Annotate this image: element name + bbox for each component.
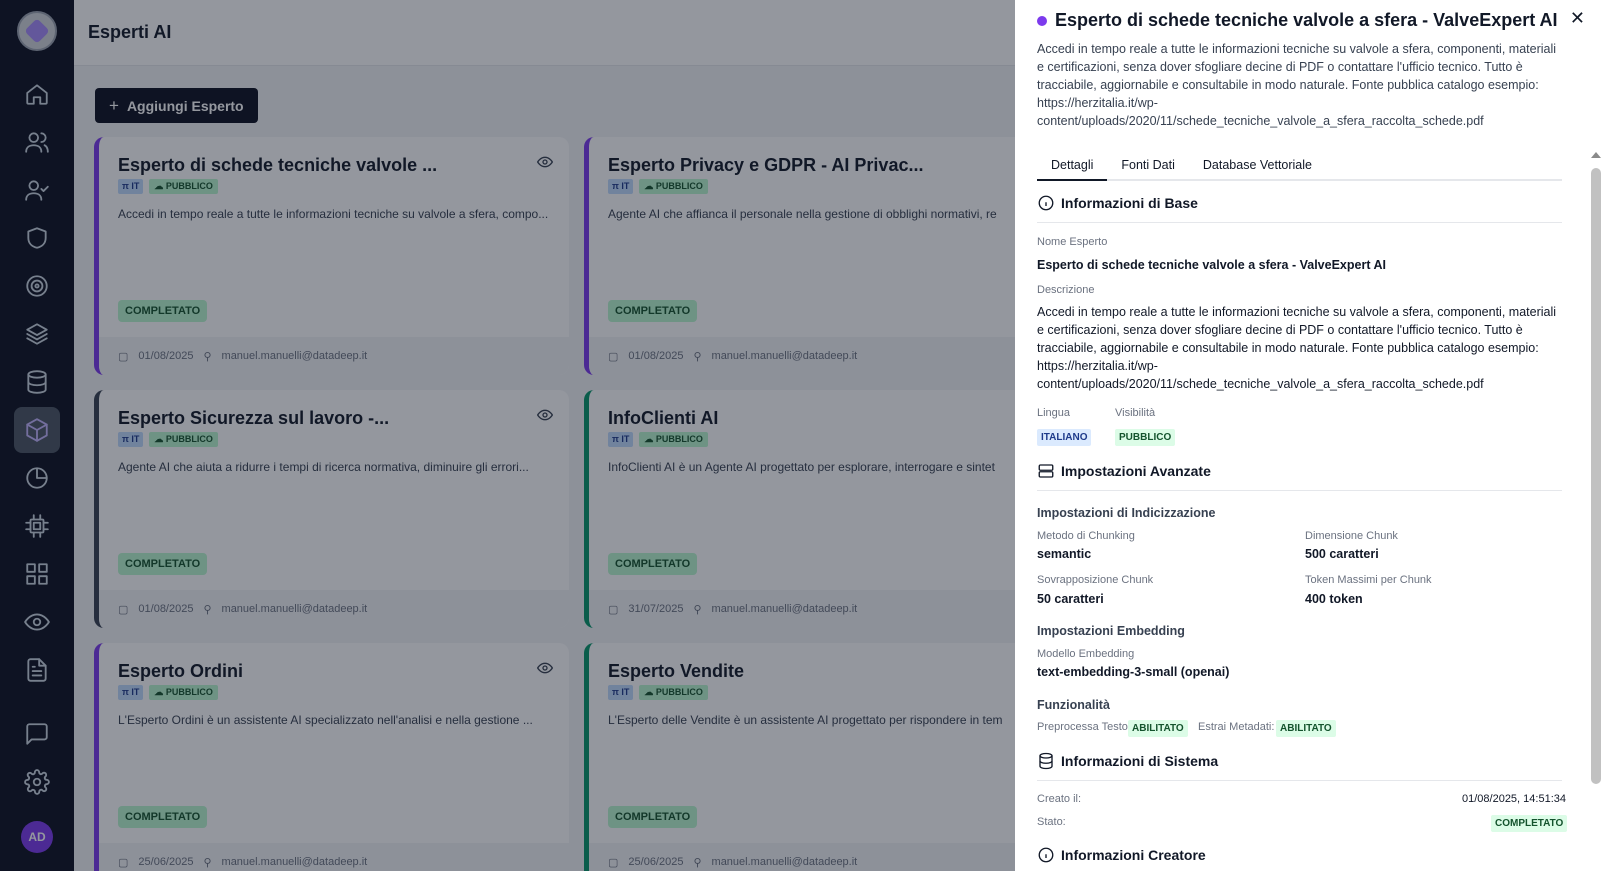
tab-dettagli[interactable]: Dettagli	[1037, 155, 1108, 181]
max-tokens-value: 400 token	[1305, 592, 1363, 606]
state-badge: COMPLETATO	[1491, 815, 1568, 832]
section-system-title: Informazioni di Sistema	[1061, 753, 1219, 769]
scrollbar-thumb[interactable]	[1591, 168, 1601, 784]
panel-scrollbar[interactable]	[1587, 150, 1607, 871]
overlap-label: Sovrapposizione Chunk	[1037, 574, 1154, 586]
name-label: Nome Esperto	[1037, 236, 1108, 248]
name-value: Esperto di schede tecniche valvole a sfe…	[1037, 258, 1386, 272]
status-dot	[1037, 15, 1047, 26]
desc-label: Descrizione	[1037, 284, 1095, 296]
embedding-heading: Impostazioni Embedding	[1037, 624, 1185, 638]
expert-detail-panel: Esperto di schede tecniche valvole a sfe…	[1015, 0, 1607, 871]
panel-header: Esperto di schede tecniche valvole a sfe…	[1037, 10, 1558, 31]
created-label: Creato il:	[1037, 793, 1082, 805]
tab-database-vettoriale[interactable]: Database Vettoriale	[1189, 155, 1326, 181]
lang-badge: ITALIANO	[1037, 429, 1092, 446]
created-value: 01/08/2025, 14:51:34	[1462, 793, 1566, 805]
database-icon	[1039, 752, 1053, 770]
features-heading: Funzionalità	[1037, 698, 1110, 712]
chunk-size-label: Dimensione Chunk	[1305, 530, 1398, 542]
section-base-title: Informazioni di Base	[1061, 195, 1198, 211]
model-label: Modello Embedding	[1037, 648, 1135, 660]
model-value: text-embedding-3-small (openai)	[1037, 665, 1230, 679]
chunk-method-value: semantic	[1037, 547, 1092, 561]
metadata-badge: ABILITATO	[1276, 720, 1336, 737]
scroll-up-icon[interactable]	[1591, 152, 1601, 158]
panel-tabs: Dettagli Fonti Dati Database Vettoriale	[1037, 155, 1562, 181]
section-base: Informazioni di Base	[1037, 194, 1562, 223]
info-icon	[1038, 195, 1054, 211]
close-icon[interactable]: ✕	[1570, 8, 1585, 29]
section-system: Informazioni di Sistema	[1037, 752, 1562, 781]
max-tokens-label: Token Massimi per Chunk	[1305, 574, 1432, 586]
tab-fonti-dati[interactable]: Fonti Dati	[1107, 155, 1189, 181]
preprocess-badge: ABILITATO	[1128, 720, 1188, 737]
metadata-label: Estrai Metadati:	[1198, 721, 1275, 733]
vis-badge: PUBBLICO	[1115, 429, 1176, 446]
state-label: Stato:	[1037, 816, 1066, 828]
section-advanced: Impostazioni Avanzate	[1037, 462, 1562, 491]
lang-label: Lingua	[1037, 407, 1071, 419]
server-icon	[1038, 464, 1054, 478]
overlap-value: 50 caratteri	[1037, 592, 1104, 606]
chunk-size-value: 500 caratteri	[1305, 547, 1379, 561]
section-creator: Informazioni Creatore	[1037, 846, 1562, 871]
section-advanced-title: Impostazioni Avanzate	[1061, 463, 1211, 479]
section-creator-title: Informazioni Creatore	[1061, 847, 1206, 863]
desc-value: Accedi in tempo reale a tutte le informa…	[1037, 305, 1557, 391]
panel-description: Accedi in tempo reale a tutte le informa…	[1037, 42, 1557, 128]
index-heading: Impostazioni di Indicizzazione	[1037, 506, 1216, 520]
info-icon	[1038, 847, 1054, 863]
panel-title: Esperto di schede tecniche valvole a sfe…	[1055, 10, 1558, 30]
vis-label: Visibilità	[1115, 407, 1156, 419]
preprocess-label: Preprocessa Testo:	[1037, 721, 1131, 733]
chunk-method-label: Metodo di Chunking	[1037, 530, 1135, 542]
